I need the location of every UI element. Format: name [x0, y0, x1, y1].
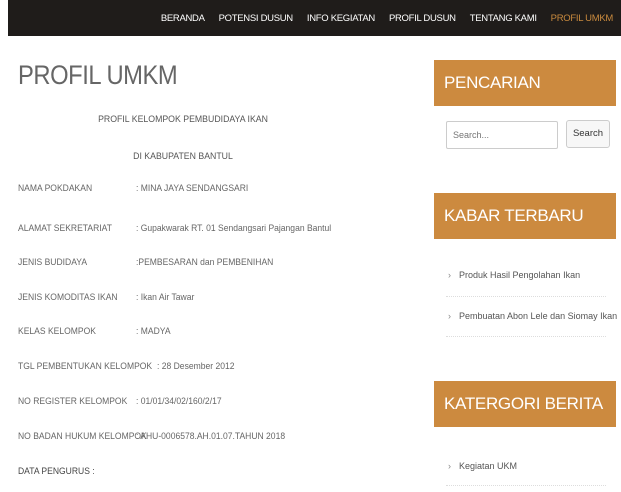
news-widget-title: KABAR TERBARU — [434, 193, 616, 239]
row-value: : Gupakwarak RT. 01 Sendangsari Pajangan… — [136, 223, 332, 234]
chevron-right-icon: › — [448, 311, 451, 321]
divider — [446, 336, 606, 337]
top-navigation-bar: BERANDA POTENSI DUSUN INFO KEGIATAN PROF… — [8, 0, 621, 36]
row-value: :PEMBESARAN dan PEMBENIHAN — [136, 257, 274, 268]
nav-beranda[interactable]: BERANDA — [161, 13, 205, 24]
row-label: DATA PENGURUS : — [18, 466, 95, 477]
news-item-label: Produk Hasil Pengolahan Ikan — [459, 270, 581, 280]
profile-row-kelas: KELAS KELOMPOK : MADYA — [18, 326, 174, 337]
row-label: ALAMAT SEKRETARIAT — [18, 223, 112, 234]
search-button[interactable]: Search — [566, 120, 610, 148]
row-label: NO REGISTER KELOMPOK — [18, 396, 128, 407]
row-value: : 01/01/34/02/160/2/17 — [136, 396, 222, 407]
page-title: PROFIL UMKM — [18, 60, 178, 90]
profile-row-nama: NAMA POKDAKAN : MINA JAYA SENDANGSARI — [18, 183, 261, 194]
row-label: NAMA POKDAKAN — [18, 183, 93, 194]
nav-profil-dusun[interactable]: PROFIL DUSUN — [389, 13, 456, 24]
profile-row-komoditas: JENIS KOMODITAS IKAN : Ikan Air Tawar — [18, 292, 201, 303]
profile-row-jenis-budidaya: JENIS BUDIDAYA :PEMBESARAN dan PEMBENIHA… — [18, 257, 289, 268]
divider — [446, 296, 606, 297]
chevron-right-icon: › — [448, 270, 451, 280]
row-value: : 28 Desember 2012 — [157, 361, 235, 372]
category-widget-title: KATERGORI BERITA — [434, 381, 616, 427]
profile-subtitle: PROFIL KELOMPOK PEMBUDIDAYA IKAN — [98, 114, 268, 125]
search-widget-title: PENCARIAN — [434, 60, 616, 106]
category-item-label: Kegiatan UKM — [459, 461, 518, 471]
row-label: KELAS KELOMPOK — [18, 326, 96, 337]
row-value: : AHU-0006578.AH.01.07.TAHUN 2018 — [136, 431, 286, 442]
row-value: : MADYA — [136, 326, 171, 337]
row-label: TGL PEMBENTUKAN KELOMPOK — [18, 361, 153, 372]
profile-subtitle-region: DI KABUPATEN BANTUL — [133, 151, 233, 162]
row-value: : MINA JAYA SENDANGSARI — [136, 183, 249, 194]
profile-row-alamat: ALAMAT SEKRETARIAT : Gupakwarak RT. 01 S… — [18, 223, 353, 234]
row-label: NO BADAN HUKUM KELOMPOK — [18, 431, 147, 442]
news-item[interactable]: › Produk Hasil Pengolahan Ikan — [448, 270, 580, 280]
profile-row-badan-hukum: NO BADAN HUKUM KELOMPOK : AHU-0006578.AH… — [18, 431, 302, 442]
nav-tentang-kami[interactable]: TENTANG KAMI — [470, 13, 537, 24]
profile-row-tgl-pembentukan: TGL PEMBENTUKAN KELOMPOK : 28 Desember 2… — [18, 361, 243, 372]
main-menu: BERANDA POTENSI DUSUN INFO KEGIATAN PROF… — [147, 0, 613, 36]
news-item-label: Pembuatan Abon Lele dan Siomay Ikan — [459, 311, 618, 321]
row-label: JENIS BUDIDAYA — [18, 257, 88, 268]
row-value: : Ikan Air Tawar — [136, 292, 195, 303]
category-item[interactable]: › Kegiatan UKM — [448, 461, 517, 471]
profile-row-no-register: NO REGISTER KELOMPOK : 01/01/34/02/160/2… — [18, 396, 231, 407]
row-label: JENIS KOMODITAS IKAN — [18, 292, 118, 303]
profile-row-data-pengurus: DATA PENGURUS : — [18, 466, 136, 477]
nav-info-kegiatan[interactable]: INFO KEGIATAN — [307, 13, 375, 24]
chevron-right-icon: › — [448, 461, 451, 471]
nav-profil-umkm[interactable]: PROFIL UMKM — [551, 13, 614, 24]
sidebar: PENCARIAN — [434, 60, 616, 106]
nav-potensi-dusun[interactable]: POTENSI DUSUN — [219, 13, 294, 24]
main-content: PROFIL UMKM PROFIL KELOMPOK PEMBUDIDAYA … — [18, 60, 418, 477]
news-item[interactable]: › Pembuatan Abon Lele dan Siomay Ikan — [448, 311, 617, 321]
search-input[interactable] — [446, 121, 558, 149]
divider — [446, 485, 606, 486]
